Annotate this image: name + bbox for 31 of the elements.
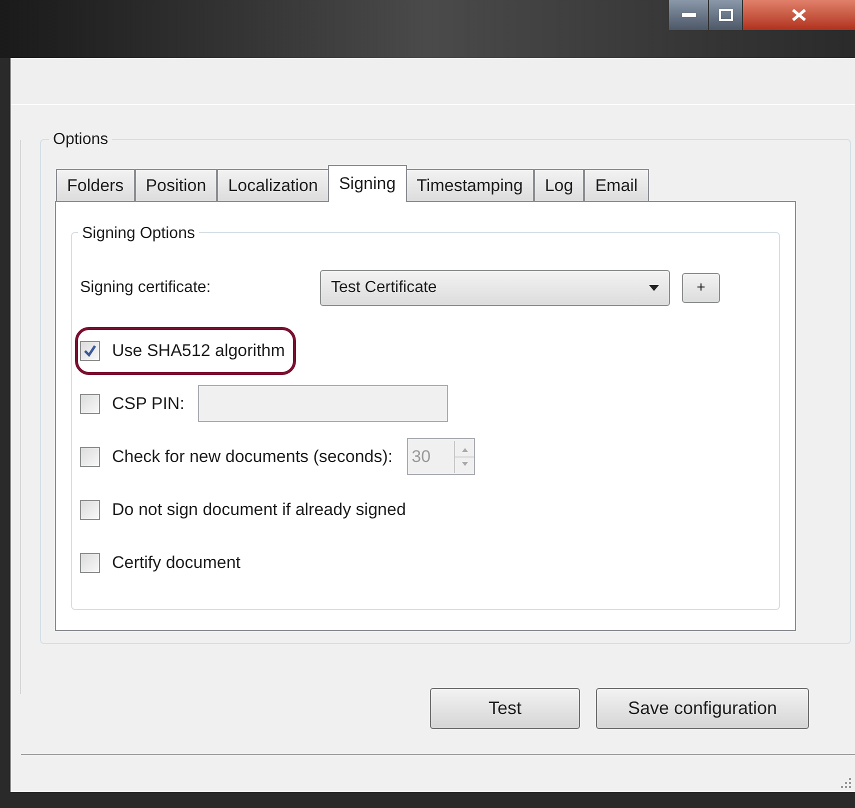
close-icon xyxy=(791,8,807,22)
checkbox-label: Check for new documents (seconds): xyxy=(112,446,393,468)
close-button[interactable] xyxy=(743,0,855,30)
minimize-icon xyxy=(682,12,696,18)
checkmark-icon xyxy=(84,344,96,356)
minimize-button[interactable] xyxy=(669,0,709,30)
field-label: Signing certificate: xyxy=(80,278,212,298)
dropdown-caret-icon xyxy=(649,285,659,291)
certificate-dropdown[interactable]: Test Certificate xyxy=(320,270,670,306)
resize-grip-icon xyxy=(840,777,852,789)
tab[interactable]: Folders xyxy=(56,169,135,201)
test-button[interactable]: Test xyxy=(430,688,580,729)
tab[interactable]: Localization xyxy=(217,169,329,201)
tab[interactable]: Signing xyxy=(328,165,407,202)
checkbox[interactable] xyxy=(80,394,100,414)
checkbox[interactable] xyxy=(80,446,100,466)
tab[interactable]: Email xyxy=(584,169,649,201)
save-configuration-button[interactable]: Save configuration xyxy=(596,688,809,729)
tab[interactable]: Position xyxy=(134,169,218,201)
checkbox-label: Do not sign document if already signed xyxy=(112,498,406,521)
checkbox[interactable] xyxy=(80,552,100,572)
maximize-button[interactable] xyxy=(709,0,743,30)
tab[interactable]: Timestamping xyxy=(406,169,534,201)
add-button[interactable]: + xyxy=(682,273,720,303)
checkbox[interactable] xyxy=(80,340,100,360)
tab[interactable]: Log xyxy=(534,169,584,201)
checkbox-label: Use SHA512 algorithm xyxy=(112,340,285,362)
maximize-icon xyxy=(718,9,732,21)
checkbox-label: CSP PIN: xyxy=(112,392,184,415)
checkbox[interactable] xyxy=(80,500,100,520)
checkbox-label: Certify document xyxy=(112,552,240,574)
